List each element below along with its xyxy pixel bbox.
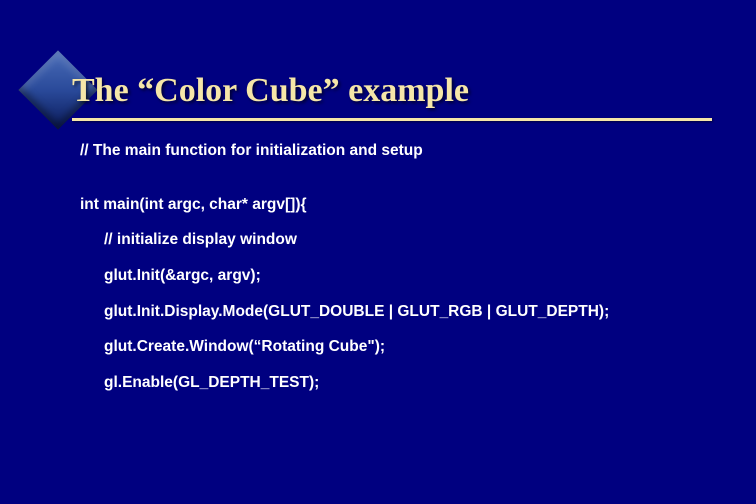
code-comment: // initialize display window xyxy=(80,229,609,251)
code-line: glut.Init.Display.Mode(GLUT_DOUBLE | GLU… xyxy=(80,301,609,323)
title-underline xyxy=(72,118,712,121)
code-line: glut.Init(&argc, argv); xyxy=(80,265,609,287)
slide-body: // The main function for initialization … xyxy=(80,140,609,408)
code-line: glut.Create.Window(“Rotating Cube"); xyxy=(80,336,609,358)
code-line: gl.Enable(GL_DEPTH_TEST); xyxy=(80,372,609,394)
code-line: int main(int argc, char* argv[]){ xyxy=(80,194,609,216)
slide-title: The “Color Cube” example xyxy=(72,72,469,110)
code-comment: // The main function for initialization … xyxy=(80,140,609,162)
